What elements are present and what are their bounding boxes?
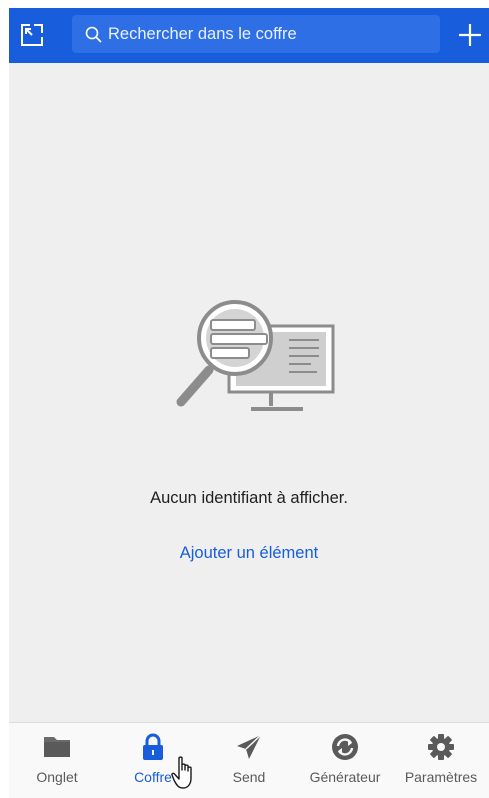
send-icon <box>237 734 262 759</box>
vault-content: Aucun identifiant à afficher. Ajouter un… <box>9 63 489 722</box>
add-item-link[interactable]: Ajouter un élément <box>9 544 489 563</box>
tab-label: Générateur <box>309 769 381 785</box>
tab-onglet[interactable]: Onglet <box>9 723 105 798</box>
generator-icon <box>332 734 358 760</box>
tab-send[interactable]: Send <box>201 723 297 798</box>
magnifier-monitor-illustration <box>176 300 335 411</box>
search-input[interactable] <box>108 15 428 53</box>
gear-icon <box>428 734 454 760</box>
plus-icon <box>459 24 481 46</box>
tab-label: Coffre <box>134 769 172 785</box>
tab-label: Onglet <box>36 769 78 785</box>
vault-popup: Aucun identifiant à afficher. Ajouter un… <box>9 8 489 798</box>
add-item-button[interactable] <box>455 20 485 50</box>
tab-label: Paramètres <box>404 769 478 785</box>
top-header <box>9 8 489 63</box>
tab-generateur[interactable]: Générateur <box>297 723 393 798</box>
search-icon <box>85 26 102 43</box>
bottom-tab-bar: Onglet Coffre Send Générateur Paramètres <box>9 722 489 798</box>
folder-icon <box>44 737 70 757</box>
empty-state-message: Aucun identifiant à afficher. <box>150 489 348 507</box>
lock-icon <box>143 733 163 760</box>
tab-parametres[interactable]: Paramètres <box>393 723 489 798</box>
tab-label: Send <box>232 769 266 785</box>
popout-button[interactable] <box>19 22 45 48</box>
search-box[interactable] <box>72 15 440 53</box>
tab-coffre[interactable]: Coffre <box>105 723 201 798</box>
popout-icon <box>21 24 43 46</box>
